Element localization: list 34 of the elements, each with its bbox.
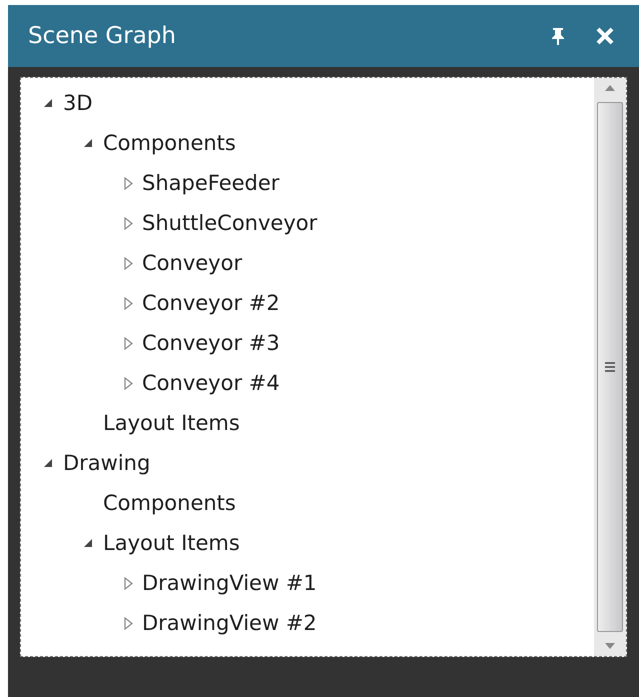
collapsed-triangle-icon[interactable] (124, 376, 133, 390)
tree-item-label[interactable]: DrawingView #2 (142, 612, 317, 634)
collapsed-triangle-icon[interactable] (124, 576, 133, 590)
tree-item-label[interactable]: DrawingView #1 (142, 572, 317, 594)
scroll-down-icon[interactable] (604, 642, 616, 650)
tree-item-label[interactable]: Drawing (63, 452, 150, 474)
collapsed-triangle-icon[interactable] (124, 176, 133, 190)
scroll-thumb[interactable] (597, 102, 623, 632)
tree-item-label[interactable]: Components (103, 132, 236, 154)
expanded-triangle-icon[interactable] (83, 138, 93, 148)
tree-item-label[interactable]: Conveyor #2 (142, 292, 280, 314)
expanded-triangle-icon[interactable] (43, 98, 53, 108)
tree-item-label[interactable]: Conveyor (142, 252, 242, 274)
scroll-up-icon[interactable] (604, 84, 616, 92)
tree-item-label[interactable]: Layout Items (103, 412, 240, 434)
tree-item-label[interactable]: Conveyor #4 (142, 372, 280, 394)
collapsed-triangle-icon[interactable] (124, 216, 133, 230)
pin-icon[interactable] (551, 27, 565, 45)
grip-icon (604, 362, 616, 372)
tree-item-label[interactable]: ShuttleConveyor (142, 212, 318, 234)
tree-item-label[interactable]: Conveyor #3 (142, 332, 280, 354)
panel-title: Scene Graph (28, 22, 177, 51)
collapsed-triangle-icon[interactable] (124, 256, 133, 270)
collapsed-triangle-icon[interactable] (124, 336, 133, 350)
scrollbar[interactable] (594, 78, 626, 656)
close-icon[interactable] (595, 26, 615, 46)
expanded-triangle-icon[interactable] (83, 538, 93, 548)
tree-item-label[interactable]: Components (103, 492, 236, 514)
collapsed-triangle-icon[interactable] (124, 616, 133, 630)
expanded-triangle-icon[interactable] (43, 458, 53, 468)
collapsed-triangle-icon[interactable] (124, 296, 133, 310)
tree-item-label[interactable]: Layout Items (103, 532, 240, 554)
tree-item-label[interactable]: ShapeFeeder (142, 172, 280, 194)
tree-item-label[interactable]: 3D (63, 92, 93, 114)
